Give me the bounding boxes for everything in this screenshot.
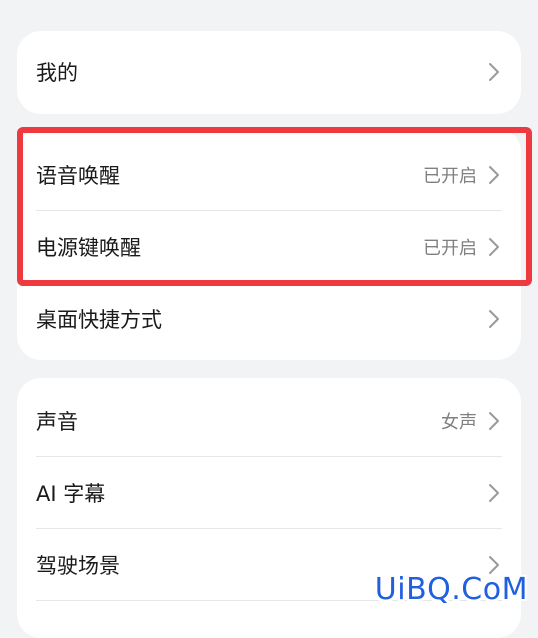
settings-row-power-key-wakeup[interactable]: 电源键唤醒 已开启 (17, 211, 521, 283)
settings-row-ai-subtitles[interactable]: AI 字幕 (17, 457, 521, 529)
watermark: UiBQ.CoM (374, 572, 528, 607)
settings-row-label: 我的 (36, 61, 78, 85)
settings-row-label: 桌面快捷方式 (36, 308, 162, 332)
settings-row-value: 女声 (441, 412, 477, 433)
settings-row-label: AI 字幕 (36, 482, 106, 506)
settings-row-status: 已开启 (423, 166, 477, 187)
settings-row-label: 驾驶场景 (36, 554, 120, 578)
settings-row-label: 语音唤醒 (36, 164, 120, 188)
settings-row-voice-wakeup[interactable]: 语音唤醒 已开启 (17, 139, 521, 211)
settings-row-sound[interactable]: 声音 女声 (17, 385, 521, 457)
chevron-right-icon (489, 412, 499, 430)
settings-row-status: 已开启 (423, 238, 477, 259)
settings-row-label: 声音 (36, 410, 78, 434)
chevron-right-icon (489, 63, 499, 81)
settings-row-desktop-shortcut[interactable]: 桌面快捷方式 (17, 283, 521, 355)
settings-row-label: 电源键唤醒 (36, 236, 141, 260)
chevron-right-icon (489, 238, 499, 256)
settings-card-my: 我的 (17, 31, 521, 114)
settings-card-wakeup: 语音唤醒 已开启 电源键唤醒 已开启 桌面快捷方式 (17, 128, 521, 360)
settings-row-my[interactable]: 我的 (17, 36, 521, 108)
chevron-right-icon (489, 310, 499, 328)
chevron-right-icon (489, 484, 499, 502)
chevron-right-icon (489, 166, 499, 184)
